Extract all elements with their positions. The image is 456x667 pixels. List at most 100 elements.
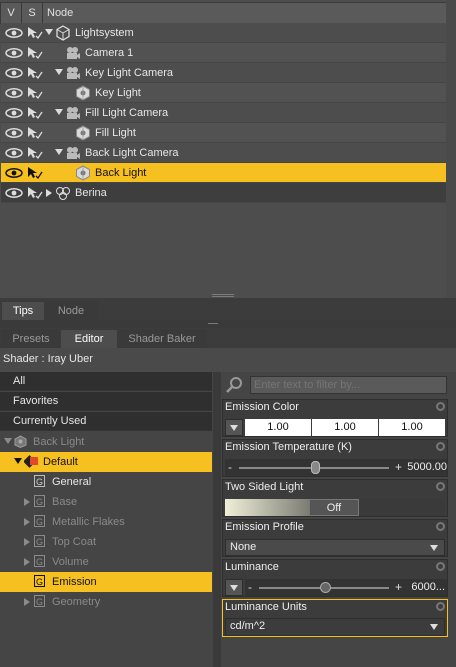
gear-icon[interactable] bbox=[436, 402, 445, 411]
expand-arrow-icon[interactable] bbox=[55, 149, 63, 155]
filter-all[interactable]: All bbox=[0, 372, 212, 391]
pane-splitter[interactable] bbox=[0, 320, 456, 328]
minus-icon[interactable]: - bbox=[248, 580, 252, 594]
editor-splitter[interactable] bbox=[213, 372, 221, 667]
surface-group-item[interactable]: G Top Coat bbox=[0, 532, 212, 552]
filter-favorites[interactable]: Favorites bbox=[0, 392, 212, 411]
surfaces-editor: Shader : Iray Uber All Favorites Current… bbox=[0, 348, 456, 667]
emission-color-g[interactable]: 1.00 bbox=[312, 419, 378, 436]
surface-tab-bar: Presets Editor Shader Baker bbox=[0, 328, 456, 348]
plus-icon[interactable]: + bbox=[395, 580, 402, 594]
eye-icon[interactable] bbox=[5, 68, 23, 81]
surface-group-item[interactable]: G Geometry bbox=[0, 592, 212, 612]
luminance-value[interactable]: 6000... bbox=[411, 581, 445, 593]
expand-arrow-icon[interactable] bbox=[55, 109, 63, 115]
cursor-check-icon[interactable] bbox=[27, 106, 43, 123]
scene-node-row[interactable]: Key Light Camera bbox=[1, 63, 446, 83]
splitter-grip[interactable] bbox=[212, 294, 234, 295]
emission-profile-select[interactable]: None bbox=[225, 539, 445, 556]
expand-arrow-icon[interactable] bbox=[24, 518, 30, 526]
expand-arrow-icon[interactable] bbox=[55, 69, 63, 75]
eye-icon[interactable] bbox=[5, 148, 23, 161]
column-visible[interactable]: V bbox=[1, 3, 22, 23]
column-node[interactable]: Node bbox=[43, 3, 447, 23]
scene-node-row[interactable]: Lightsystem bbox=[1, 23, 446, 43]
expand-arrow-icon[interactable] bbox=[24, 498, 30, 506]
cursor-check-icon[interactable] bbox=[27, 46, 43, 63]
expand-arrow-icon[interactable] bbox=[14, 458, 22, 464]
luminance-map-button[interactable] bbox=[225, 579, 243, 596]
expand-arrow-icon[interactable] bbox=[24, 538, 30, 546]
expand-arrow-icon[interactable] bbox=[24, 598, 30, 606]
eye-icon[interactable] bbox=[5, 88, 23, 101]
cursor-check-icon[interactable] bbox=[27, 86, 43, 103]
filter-currently-used[interactable]: Currently Used bbox=[0, 412, 212, 431]
temperature-value[interactable]: 5000.00 bbox=[407, 461, 447, 473]
cursor-check-icon[interactable] bbox=[27, 126, 43, 143]
tree-root-label: Back Light bbox=[33, 436, 85, 448]
plus-icon[interactable]: + bbox=[395, 460, 402, 474]
tree-default[interactable]: Default bbox=[0, 452, 212, 472]
emission-color-b[interactable]: 1.00 bbox=[379, 419, 445, 436]
group-g-icon: G bbox=[34, 535, 45, 547]
emission-color-r[interactable]: 1.00 bbox=[245, 419, 311, 436]
cursor-check-icon[interactable] bbox=[27, 26, 43, 43]
expand-arrow-icon[interactable] bbox=[4, 438, 12, 444]
eye-icon[interactable] bbox=[5, 28, 23, 41]
prop-label: Emission Temperature (K) bbox=[225, 441, 352, 453]
tab-shader-baker[interactable]: Shader Baker bbox=[117, 329, 207, 348]
tab-node[interactable]: Node bbox=[44, 301, 98, 320]
chevron-down-icon bbox=[430, 545, 438, 551]
column-selectable[interactable]: S bbox=[22, 3, 43, 23]
surface-group-item[interactable]: G Volume bbox=[0, 552, 212, 572]
gear-icon[interactable] bbox=[436, 522, 445, 531]
tab-presets[interactable]: Presets bbox=[1, 329, 61, 348]
slider-thumb[interactable] bbox=[311, 461, 320, 474]
eye-icon[interactable] bbox=[5, 188, 23, 201]
expand-arrow-icon[interactable] bbox=[24, 558, 30, 566]
scene-node-label: Fill Light Camera bbox=[85, 107, 169, 119]
eye-icon[interactable] bbox=[5, 108, 23, 121]
eye-icon[interactable] bbox=[5, 48, 23, 61]
temperature-slider[interactable]: - + 5000.00 bbox=[225, 459, 447, 476]
cursor-check-icon[interactable] bbox=[27, 186, 43, 203]
surface-group-item[interactable]: G General bbox=[0, 472, 212, 492]
expand-arrow-icon[interactable] bbox=[45, 29, 53, 35]
scene-node-row[interactable]: Camera 1 bbox=[1, 43, 446, 63]
tab-editor[interactable]: Editor bbox=[60, 329, 118, 348]
gear-icon[interactable] bbox=[436, 602, 445, 611]
scene-node-row[interactable]: Fill Light bbox=[1, 123, 446, 143]
surface-group-item[interactable]: G Emission bbox=[0, 572, 212, 592]
emission-profile-value: None bbox=[230, 541, 257, 553]
gear-icon[interactable] bbox=[436, 442, 445, 451]
scene-node-row[interactable]: Berina bbox=[1, 183, 446, 203]
gear-icon[interactable] bbox=[436, 562, 445, 571]
surface-selector: All Favorites Currently Used Back Light … bbox=[0, 372, 213, 667]
color-picker-button[interactable] bbox=[225, 419, 243, 436]
collapse-arrow-icon[interactable] bbox=[46, 189, 52, 197]
surface-group-item[interactable]: G Metallic Flakes bbox=[0, 512, 212, 532]
eye-icon[interactable] bbox=[5, 128, 23, 141]
search-icon[interactable] bbox=[224, 376, 248, 394]
slider-thumb[interactable] bbox=[320, 582, 331, 593]
surface-group-label: Emission bbox=[52, 576, 97, 588]
two-sided-toggle[interactable]: Off bbox=[225, 499, 445, 516]
luminance-slider[interactable]: - + 6000... bbox=[245, 579, 447, 596]
cursor-check-icon[interactable] bbox=[27, 146, 43, 163]
scene-node-row[interactable]: Back Light Camera bbox=[1, 143, 446, 163]
surface-group-item[interactable]: G Base bbox=[0, 492, 212, 512]
scene-node-row[interactable]: Back Light bbox=[1, 163, 446, 183]
gear-icon[interactable] bbox=[436, 482, 445, 491]
toggle-off-button[interactable]: Off bbox=[309, 499, 359, 516]
minus-icon[interactable]: - bbox=[228, 460, 232, 474]
eye-icon[interactable] bbox=[5, 168, 23, 181]
tree-root-back-light[interactable]: Back Light bbox=[0, 432, 212, 452]
cursor-check-icon[interactable] bbox=[27, 66, 43, 83]
scene-node-row[interactable]: Key Light bbox=[1, 83, 446, 103]
tab-tips[interactable]: Tips bbox=[1, 301, 45, 320]
luminance-units-select[interactable]: cd/m^2 bbox=[225, 618, 445, 636]
scene-scrollbar[interactable] bbox=[446, 0, 456, 298]
filter-input[interactable] bbox=[250, 376, 447, 394]
cursor-check-icon[interactable] bbox=[27, 166, 43, 183]
scene-node-row[interactable]: Fill Light Camera bbox=[1, 103, 446, 123]
